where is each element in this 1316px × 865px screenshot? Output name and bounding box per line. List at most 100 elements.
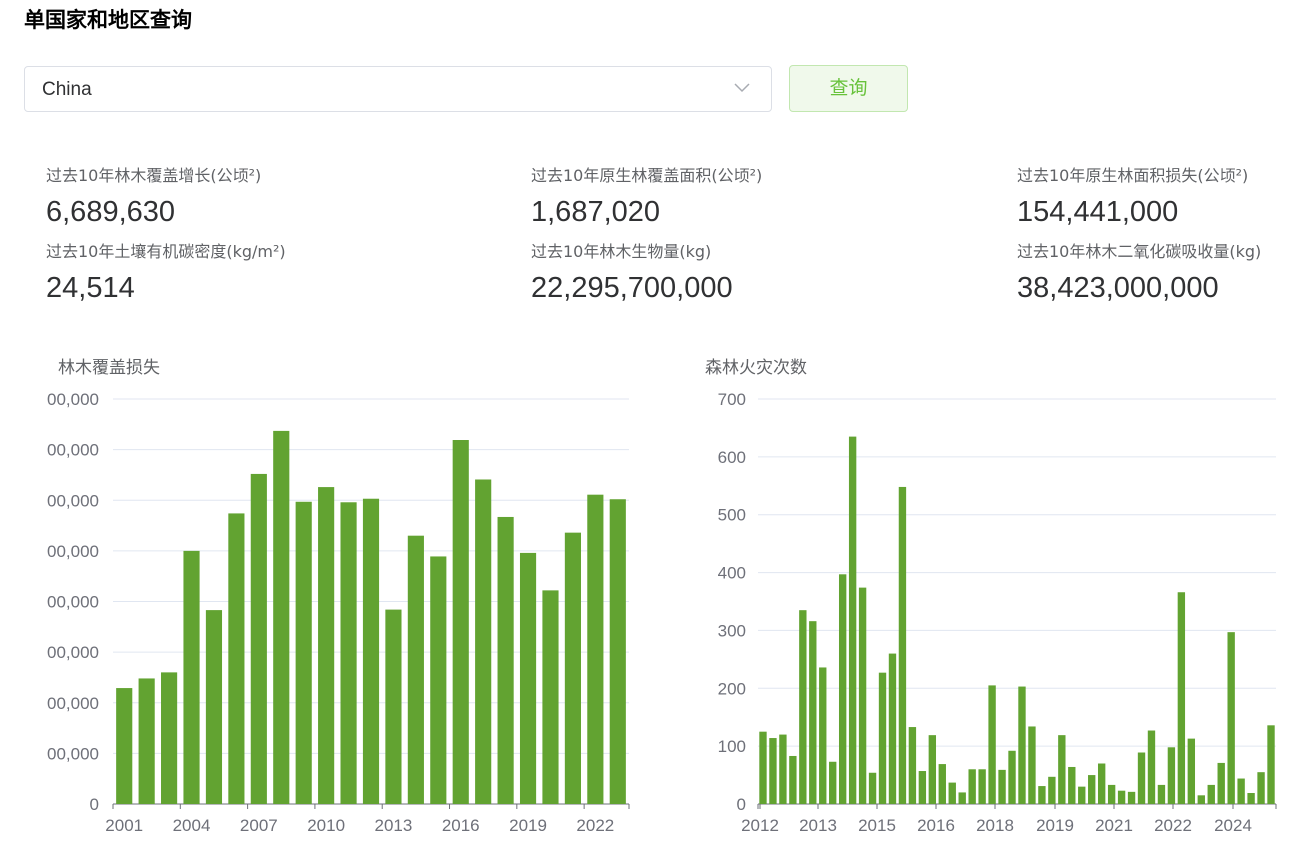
query-button[interactable]: 查询 — [789, 65, 908, 112]
stat-label-tree-cover-gain: 过去10年林木覆盖增长(公顷²) — [46, 166, 262, 185]
fire-bar — [948, 782, 956, 804]
fire-bar — [1008, 750, 1016, 804]
loss-chart-title: 林木覆盖损失 — [58, 358, 160, 377]
stat-value-biomass: 22,295,700,000 — [531, 272, 733, 304]
loss-x-tick-label: 2007 — [240, 816, 278, 835]
fire-bar — [1137, 752, 1146, 804]
fire-bar — [1028, 726, 1036, 804]
fire-y-tick-label: 400 — [718, 564, 746, 583]
stat-label-biomass: 过去10年林木生物量(kg) — [531, 242, 712, 261]
fire-bar — [878, 672, 887, 804]
loss-bar — [497, 516, 514, 804]
loss-y-tick-label: 00,000 — [47, 694, 99, 713]
loss-x-tick-label: 2016 — [442, 816, 480, 835]
loss-bar — [295, 501, 312, 804]
fire-bar — [958, 792, 966, 804]
fire-bar — [1088, 775, 1096, 804]
fire-bar — [1257, 772, 1265, 804]
fire-bar — [1038, 786, 1046, 804]
stat-value-co2-absorption: 38,423,000,000 — [1017, 272, 1219, 304]
loss-bar — [183, 550, 200, 804]
fire-bar — [1187, 738, 1196, 804]
loss-bar — [407, 535, 424, 804]
fire-bar — [988, 685, 996, 804]
fire-x-tick-label: 2024 — [1214, 816, 1252, 835]
loss-y-tick-label: 00,000 — [47, 643, 99, 662]
loss-bar — [475, 479, 492, 804]
fire-bar — [1048, 776, 1056, 804]
fire-x-tick-label: 2021 — [1095, 816, 1133, 835]
fire-bar — [1018, 686, 1026, 804]
fire-bar — [1227, 632, 1235, 804]
loss-x-tick-label: 2004 — [173, 816, 211, 835]
fire-bar — [809, 621, 817, 804]
stat-value-primary-forest-area: 1,687,020 — [531, 196, 661, 228]
fire-y-tick-label: 500 — [718, 506, 746, 525]
fire-bar — [1267, 725, 1275, 804]
fire-x-tick-label: 2012 — [741, 816, 779, 835]
fire-y-tick-label: 600 — [718, 448, 746, 467]
loss-x-tick-label: 2001 — [105, 816, 143, 835]
fire-bar — [868, 772, 877, 804]
stat-value-soil-carbon: 24,514 — [46, 272, 135, 304]
fire-bar — [1078, 786, 1086, 804]
fire-bar — [1068, 766, 1076, 804]
loss-bar — [430, 556, 447, 804]
fire-bar — [848, 436, 857, 804]
fire-bar — [1127, 791, 1136, 804]
stat-label-co2-absorption: 过去10年林木二氧化碳吸收量(kg) — [1017, 242, 1262, 261]
stat-label-soil-carbon: 过去10年土壤有机碳密度(kg/m²) — [46, 242, 286, 261]
fire-x-tick-label: 2022 — [1154, 816, 1192, 835]
country-select-value: China — [42, 79, 92, 100]
fire-bar — [1197, 795, 1205, 804]
loss-x-tick-label: 2019 — [509, 816, 547, 835]
country-select[interactable]: China — [24, 66, 772, 112]
loss-bar — [452, 440, 469, 804]
loss-bar — [362, 498, 380, 804]
fire-y-tick-label: 100 — [718, 737, 746, 756]
fire-bar — [908, 727, 917, 804]
fire-bar — [799, 610, 807, 804]
fire-bar — [779, 734, 787, 804]
loss-y-tick-label: 00,000 — [47, 542, 99, 561]
fire-bar — [1117, 790, 1126, 804]
loss-y-tick-label: 00,000 — [47, 491, 99, 510]
fire-bar — [998, 769, 1006, 804]
fire-bar — [928, 735, 937, 804]
loss-bar — [609, 499, 626, 804]
fire-bar — [1207, 784, 1215, 804]
fire-x-tick-label: 2016 — [917, 816, 955, 835]
fire-bar — [819, 667, 827, 804]
fire-bar — [838, 574, 847, 804]
loss-y-tick-label: 00,000 — [47, 593, 99, 612]
loss-bar — [138, 678, 155, 804]
fire-x-tick-label: 2018 — [976, 816, 1014, 835]
stat-label-primary-forest-area: 过去10年原生林覆盖面积(公顷²) — [531, 166, 763, 185]
fire-y-tick-label: 0 — [737, 795, 746, 814]
loss-bar — [564, 532, 581, 804]
tree-cover-loss-chart: 林木覆盖损失 0 00,000 00,000 00,000 00,000 00,000 00,… — [47, 358, 630, 835]
fire-bar — [1107, 784, 1116, 804]
fire-bar — [888, 653, 897, 804]
loss-bar — [161, 672, 178, 804]
loss-bar — [116, 688, 133, 804]
fire-bar — [918, 771, 927, 804]
loss-x-tick-label: 2022 — [576, 816, 614, 835]
stat-label-primary-forest-loss: 过去10年原生林面积损失(公顷²) — [1017, 166, 1249, 185]
fire-bar — [1247, 793, 1255, 804]
fire-y-tick-label: 700 — [718, 390, 746, 409]
fire-bar — [968, 769, 976, 804]
fire-bar — [1097, 763, 1106, 804]
fire-bar — [1147, 730, 1156, 804]
loss-bar — [519, 552, 537, 804]
loss-bar — [205, 610, 223, 804]
fire-bar — [1167, 747, 1176, 804]
page-title: 单国家和地区查询 — [24, 8, 192, 32]
fire-y-tick-label: 200 — [718, 679, 746, 698]
fire-x-tick-label: 2013 — [799, 816, 837, 835]
fire-x-tick-label: 2015 — [858, 816, 896, 835]
loss-bar — [587, 494, 604, 804]
loss-bar — [385, 609, 402, 804]
loss-bar — [340, 502, 357, 804]
loss-y-tick-label: 00,000 — [47, 441, 99, 460]
